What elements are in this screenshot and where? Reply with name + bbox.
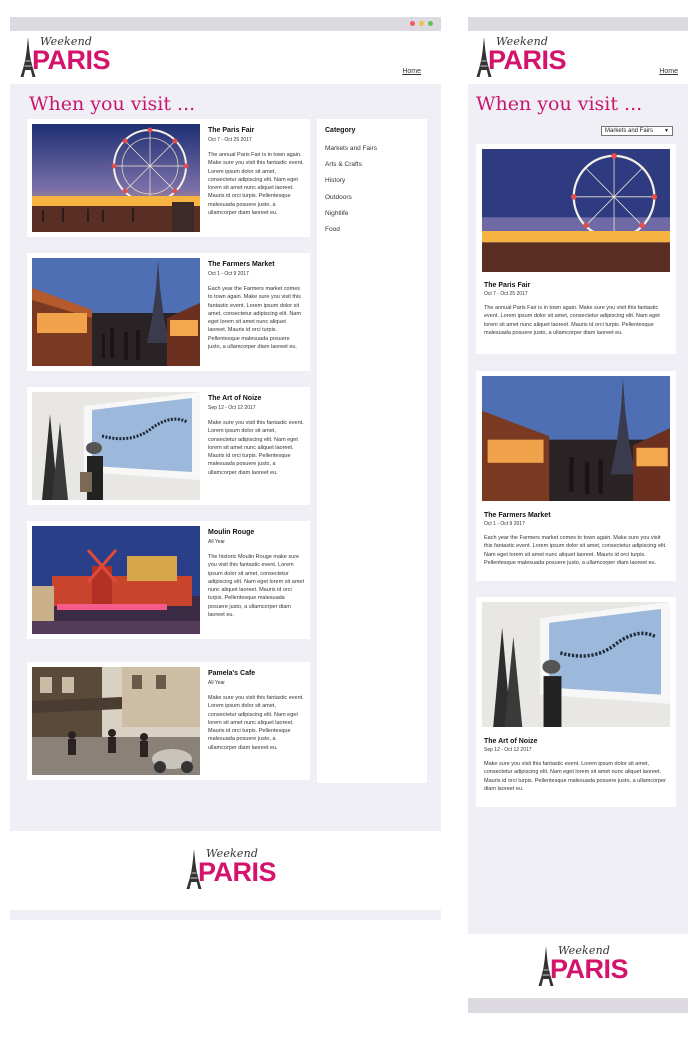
- eiffel-market-photo[interactable]: [482, 376, 670, 501]
- event-description: The annual Paris Fair is in town again. …: [208, 152, 304, 217]
- site-footer: Weekend PARIS: [10, 831, 441, 910]
- event-title[interactable]: Pamela's Cafe: [208, 670, 255, 677]
- category-select[interactable]: Markets and Fairs ▼: [601, 126, 673, 136]
- page-title: When you visit ...: [476, 93, 643, 115]
- event-card[interactable]: The Paris Fair Oct 7 - Oct 25 2017 The a…: [27, 119, 310, 237]
- logo-paris-text: PARIS: [550, 954, 629, 984]
- page-bottom: [468, 998, 688, 1013]
- event-date: Oct 7 - Oct 25 2017: [484, 291, 528, 297]
- event-description: Make sure you visit this fantastic event…: [208, 420, 304, 476]
- event-card[interactable]: Pamela's Cafe All Year Make sure you vis…: [27, 662, 310, 780]
- event-description: Make sure you visit this fantastic event…: [484, 761, 666, 792]
- site-logo[interactable]: Weekend PARIS: [538, 944, 629, 988]
- event-date: Oct 1 - Oct 9 2017: [208, 271, 249, 277]
- maximize-dot-icon[interactable]: [428, 21, 433, 26]
- minimize-dot-icon[interactable]: [419, 21, 424, 26]
- street-cafe-photo[interactable]: [32, 667, 200, 775]
- site-footer: Weekend PARIS: [468, 934, 688, 998]
- event-card[interactable]: The Farmers Market Oct 1 - Oct 9 2017 Ea…: [476, 371, 676, 581]
- category-select-value: Markets and Fairs: [605, 128, 654, 134]
- event-title[interactable]: Moulin Rouge: [208, 529, 254, 536]
- sidebar-item-food[interactable]: Food: [325, 226, 340, 233]
- event-date: Oct 7 - Oct 25 2017: [208, 137, 252, 143]
- sidebar-item-outdoors[interactable]: Outdoors: [325, 194, 352, 201]
- nav-home-link[interactable]: Home: [402, 68, 421, 75]
- eiffel-market-photo[interactable]: [32, 258, 200, 366]
- page-bottom: [10, 910, 441, 920]
- event-card[interactable]: The Art of Noize Sep 12 - Oct 12 2017 Ma…: [27, 387, 310, 505]
- browser-titlebar: [10, 17, 441, 31]
- site-logo[interactable]: Weekend PARIS: [20, 35, 111, 79]
- mobile-statusbar: [468, 17, 688, 31]
- event-title[interactable]: The Paris Fair: [208, 127, 254, 134]
- event-title[interactable]: The Farmers Market: [208, 261, 275, 268]
- event-description: The historic Moulin Rouge make sure you …: [208, 554, 304, 619]
- event-card[interactable]: The Paris Fair Oct 7 - Oct 25 2017 The a…: [476, 144, 676, 354]
- sidebar-item-nightlife[interactable]: Nightlife: [325, 210, 348, 217]
- event-date: Sep 12 - Oct 12 2017: [208, 405, 256, 411]
- sidebar-item-history[interactable]: History: [325, 177, 345, 184]
- sidebar-title: Category: [325, 127, 356, 134]
- event-card[interactable]: The Farmers Market Oct 1 - Oct 9 2017 Ea…: [27, 253, 310, 371]
- event-date: All Year: [208, 539, 225, 545]
- chevron-down-icon: ▼: [664, 128, 669, 134]
- main-content: When you visit ... Markets and Fairs ▼ T…: [468, 84, 688, 934]
- event-date: Sep 12 - Oct 12 2017: [484, 747, 532, 753]
- sidebar-item-arts-crafts[interactable]: Arts & Crafts: [325, 161, 362, 168]
- event-description: Make sure you visit this fantastic event…: [208, 695, 304, 751]
- logo-paris-text: PARIS: [32, 45, 111, 75]
- art-gallery-photo[interactable]: [482, 602, 670, 727]
- desktop-mockup: Weekend PARIS Home When you visit ... Th…: [10, 17, 441, 920]
- nav-home-link[interactable]: Home: [659, 68, 678, 75]
- event-title[interactable]: The Farmers Market: [484, 512, 551, 519]
- main-content: When you visit ... The Paris Fair Oct 7 …: [10, 84, 441, 831]
- site-logo[interactable]: Weekend PARIS: [476, 35, 567, 79]
- event-title[interactable]: The Art of Noize: [484, 738, 537, 745]
- category-sidebar: Category Markets and Fairs Arts & Crafts…: [317, 119, 427, 783]
- mobile-mockup: Weekend PARIS Home When you visit ... Ma…: [468, 17, 688, 1013]
- event-title[interactable]: The Art of Noize: [208, 395, 261, 402]
- ferris-wheel-fair-photo[interactable]: [32, 124, 200, 232]
- moulin-rouge-photo[interactable]: [32, 526, 200, 634]
- page-title: When you visit ...: [29, 93, 196, 115]
- event-description: Each year the Farmers market comes to to…: [484, 535, 667, 566]
- event-title[interactable]: The Paris Fair: [484, 282, 530, 289]
- logo-paris-text: PARIS: [488, 45, 567, 75]
- sidebar-item-markets-and-fairs[interactable]: Markets and Fairs: [325, 145, 377, 152]
- site-logo[interactable]: Weekend PARIS: [186, 847, 277, 891]
- event-card[interactable]: Moulin Rouge All Year The historic Mouli…: [27, 521, 310, 639]
- event-description: The annual Paris Fair is in town again. …: [484, 305, 660, 336]
- close-dot-icon[interactable]: [410, 21, 415, 26]
- event-description: Each year the Farmers market comes to to…: [208, 286, 301, 351]
- ferris-wheel-fair-photo[interactable]: [482, 149, 670, 272]
- event-card[interactable]: The Art of Noize Sep 12 - Oct 12 2017 Ma…: [476, 597, 676, 807]
- event-date: All Year: [208, 680, 225, 686]
- event-date: Oct 1 - Oct 9 2017: [484, 521, 525, 527]
- art-gallery-photo[interactable]: [32, 392, 200, 500]
- logo-paris-text: PARIS: [198, 857, 277, 887]
